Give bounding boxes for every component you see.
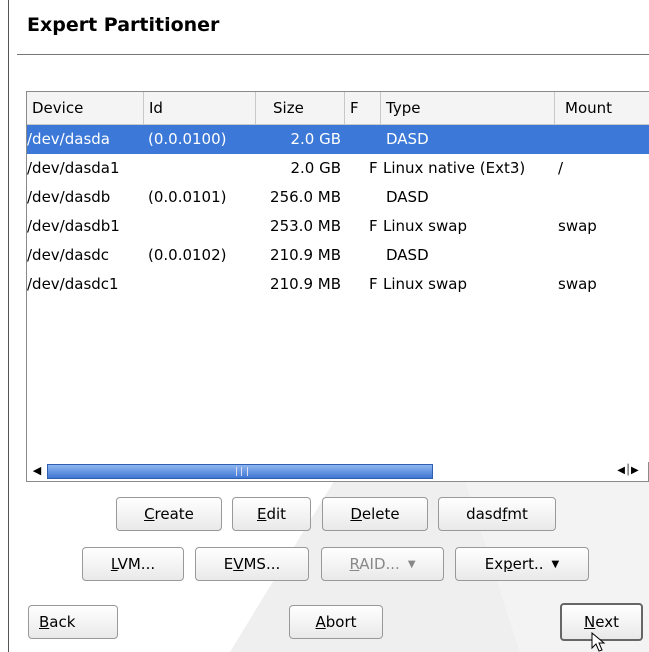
cell-type: DASD — [386, 246, 429, 264]
page-title: Expert Partitioner — [27, 14, 220, 36]
cell-type: DASD — [386, 130, 429, 148]
back-mnemonic: B — [39, 613, 50, 631]
column-header-size[interactable]: Size — [256, 92, 345, 124]
cell-mount: swap — [558, 217, 597, 235]
evms-mnemonic: V — [233, 555, 244, 573]
next-label: ext — [595, 613, 619, 631]
cell-mount — [558, 183, 648, 212]
table-row[interactable]: /dev/dasdb1 253.0 MB F Linux swap swap — [27, 212, 649, 241]
raid-mnemonic: R — [349, 555, 360, 573]
partition-table[interactable]: Device Id Size F Type Mount /dev/dasda (0… — [26, 91, 649, 463]
cell-f: F — [369, 159, 378, 177]
lvm-mnemonic: L — [110, 555, 118, 573]
expert-label-pre: Ex — [484, 555, 504, 573]
column-header-mount[interactable]: Mount — [555, 92, 649, 124]
horizontal-scrollbar[interactable]: ◀ ◀│▶ — [26, 462, 649, 482]
cell-size: 2.0 GB — [290, 130, 341, 148]
cell-id: (0.0.0101) — [148, 188, 227, 206]
delete-mnemonic: D — [350, 505, 362, 523]
back-button[interactable]: Back — [28, 605, 118, 639]
mouse-pointer-icon — [591, 632, 606, 652]
lvm-label: VM... — [117, 555, 156, 573]
cell-size: 253.0 MB — [270, 217, 341, 235]
title-divider — [17, 54, 649, 55]
cell-id: (0.0.0100) — [148, 130, 227, 148]
cell-mount: swap — [558, 275, 597, 293]
cell-type: Linux swap — [383, 217, 467, 235]
arrow-left-icon[interactable]: ◀ — [30, 464, 44, 478]
back-label: ack — [49, 613, 76, 631]
cell-f: F — [369, 275, 378, 293]
expert-label: ert.. — [512, 555, 544, 573]
cell-size: 210.9 MB — [270, 275, 341, 293]
cell-device: /dev/dasdc — [27, 246, 110, 264]
cell-f — [369, 183, 381, 212]
create-mnemonic: C — [144, 505, 155, 523]
cell-size: 210.9 MB — [270, 246, 341, 264]
evms-label-pre: E — [223, 555, 234, 573]
raid-label: AID... — [359, 555, 400, 573]
table-header: Device Id Size F Type Mount — [27, 92, 649, 125]
table-row[interactable]: /dev/dasdc (0.0.0102) 210.9 MB DASD — [27, 241, 649, 270]
dasdfmt-button[interactable]: dasdfmt — [438, 497, 556, 531]
cell-id — [148, 270, 256, 299]
table-row[interactable]: /dev/dasda (0.0.0100) 2.0 GB DASD — [27, 125, 649, 154]
cell-device: /dev/dasdc1 — [27, 275, 119, 293]
chevron-down-icon: ▼ — [551, 558, 560, 570]
arrow-left-right-icon[interactable]: ◀│▶ — [616, 464, 640, 478]
column-header-type[interactable]: Type — [381, 92, 555, 124]
table-row[interactable]: /dev/dasdb (0.0.0101) 256.0 MB DASD — [27, 183, 649, 212]
edit-label: dit — [266, 505, 287, 523]
cell-id — [148, 154, 256, 183]
column-header-device[interactable]: Device — [27, 92, 144, 124]
cell-mount — [558, 241, 648, 270]
next-mnemonic: N — [584, 613, 596, 631]
column-header-id[interactable]: Id — [144, 92, 256, 124]
evms-button[interactable]: EVMS... — [195, 547, 309, 581]
cell-type: Linux swap — [383, 275, 467, 293]
cell-f: F — [369, 217, 378, 235]
cell-type: DASD — [386, 188, 429, 206]
cell-device: /dev/dasda — [27, 130, 110, 148]
cell-device: /dev/dasda1 — [27, 159, 120, 177]
cell-f — [369, 125, 381, 154]
cell-device: /dev/dasdb1 — [27, 217, 120, 235]
delete-button[interactable]: Delete — [322, 497, 428, 531]
dasdfmt-label: mt — [507, 505, 528, 523]
delete-label: elete — [361, 505, 400, 523]
expert-button[interactable]: Expert.. ▼ — [455, 547, 589, 581]
abort-mnemonic: A — [315, 613, 326, 631]
scrollbar-thumb[interactable] — [47, 464, 433, 479]
table-row[interactable]: /dev/dasda1 2.0 GB F Linux native (Ext3) / — [27, 154, 649, 183]
raid-button[interactable]: RAID... ▼ — [321, 547, 444, 581]
cell-mount — [558, 125, 648, 154]
cell-type: Linux native (Ext3) — [383, 159, 526, 177]
create-button[interactable]: Create — [116, 497, 222, 531]
grip-icon — [236, 467, 248, 476]
cell-mount: / — [558, 159, 564, 177]
evms-label: MS... — [243, 555, 281, 573]
cell-f — [369, 241, 381, 270]
cell-size: 2.0 GB — [290, 159, 341, 177]
lvm-button[interactable]: LVM... — [82, 547, 184, 581]
abort-label: bort — [325, 613, 357, 631]
abort-button[interactable]: Abort — [289, 605, 383, 639]
table-row[interactable]: /dev/dasdc1 210.9 MB F Linux swap swap — [27, 270, 649, 299]
cell-device: /dev/dasdb — [27, 188, 111, 206]
edit-button[interactable]: Edit — [232, 497, 311, 531]
dasdfmt-label-pre: dasd — [466, 505, 503, 523]
cell-id: (0.0.0102) — [148, 246, 227, 264]
chevron-down-icon: ▼ — [407, 558, 416, 570]
expert-mnemonic: p — [503, 555, 513, 573]
create-label: reate — [154, 505, 194, 523]
cell-size: 256.0 MB — [270, 188, 341, 206]
column-header-f[interactable]: F — [345, 92, 381, 124]
cell-id — [148, 212, 256, 241]
